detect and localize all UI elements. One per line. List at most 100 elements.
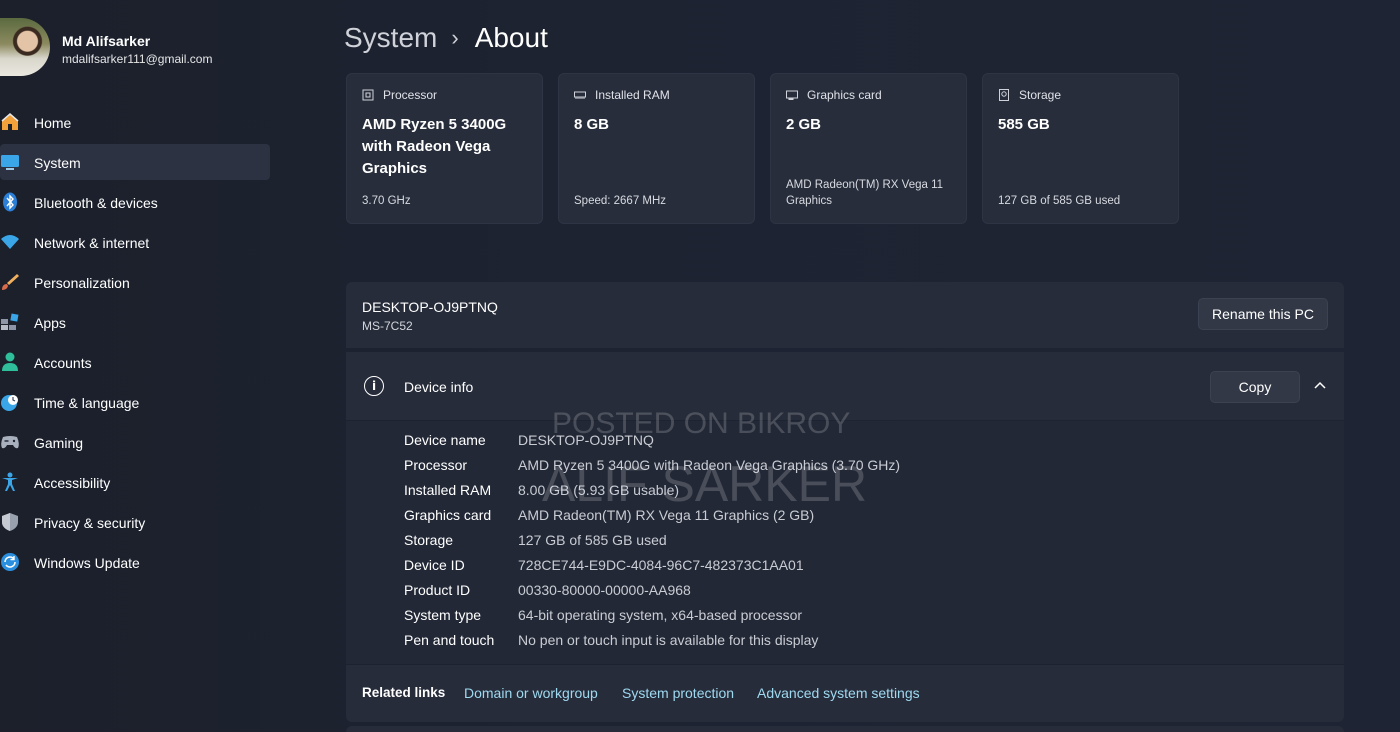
spec-label: Device name bbox=[404, 432, 486, 448]
person-icon bbox=[0, 352, 20, 371]
spec-value: 00330-80000-00000-AA968 bbox=[518, 582, 691, 598]
sidebar-item-label: Home bbox=[34, 115, 72, 131]
spec-label: Product ID bbox=[404, 582, 471, 598]
brush-icon bbox=[0, 273, 20, 291]
sidebar-item-label: Network & internet bbox=[34, 235, 150, 251]
device-info-header[interactable]: i Device info Copy bbox=[346, 352, 1344, 420]
card-subtext: 3.70 GHz bbox=[362, 195, 411, 207]
card-title: Processor bbox=[383, 88, 438, 102]
settings-window: Md Alifsarker mdalifsarker111@gmail.com … bbox=[0, 0, 1400, 732]
ram-icon bbox=[574, 91, 586, 99]
domain-workgroup-link[interactable]: Domain or workgroup bbox=[464, 685, 598, 701]
spec-label: Pen and touch bbox=[404, 632, 495, 648]
sidebar-item-gaming[interactable]: Gaming bbox=[0, 424, 270, 460]
related-links: Related links Domain or workgroup System… bbox=[346, 664, 1344, 722]
chevron-right-icon: › bbox=[451, 25, 459, 50]
user-profile[interactable]: Md Alifsarker mdalifsarker111@gmail.com bbox=[0, 16, 280, 80]
sidebar-item-label: Time & language bbox=[34, 395, 140, 411]
sidebar-item-windows-update[interactable]: Windows Update bbox=[0, 544, 270, 580]
bluetooth-icon bbox=[0, 192, 20, 212]
sidebar-item-accessibility[interactable]: Accessibility bbox=[0, 464, 270, 500]
device-info-body: Device name DESKTOP-OJ9PTNQ Processor AM… bbox=[346, 421, 1344, 664]
card-title: Graphics card bbox=[807, 88, 882, 102]
page-title: About bbox=[474, 22, 548, 53]
spec-value: 8.00 GB (5.93 GB usable) bbox=[518, 482, 680, 498]
card-header: Graphics card bbox=[786, 88, 882, 102]
spec-value: DESKTOP-OJ9PTNQ bbox=[518, 432, 654, 448]
card-value: 8 GB bbox=[574, 116, 610, 133]
next-section-edge bbox=[346, 726, 1344, 732]
card-subtext: Speed: 2667 MHz bbox=[574, 195, 667, 207]
apps-icon bbox=[0, 313, 20, 331]
pc-name: DESKTOP-OJ9PTNQ bbox=[362, 299, 498, 315]
storage-card: Storage 585 GB 127 GB of 585 GB used bbox=[982, 73, 1179, 224]
ram-card: Installed RAM 8 GB Speed: 2667 MHz bbox=[558, 73, 755, 224]
profile-name: Md Alifsarker bbox=[62, 33, 151, 49]
sidebar-item-bluetooth[interactable]: Bluetooth & devices bbox=[0, 184, 270, 220]
rename-pc-button[interactable]: Rename this PC bbox=[1198, 298, 1328, 330]
sidebar-item-privacy[interactable]: Privacy & security bbox=[0, 504, 270, 540]
sidebar: Md Alifsarker mdalifsarker111@gmail.com … bbox=[0, 0, 280, 732]
graphics-card-card: Graphics card 2 GB AMD Radeon(TM) RX Veg… bbox=[770, 73, 967, 224]
spec-label: Device ID bbox=[404, 557, 465, 573]
update-icon bbox=[0, 553, 20, 571]
card-header: Installed RAM bbox=[574, 88, 670, 102]
sidebar-item-label: Gaming bbox=[34, 435, 84, 451]
processor-icon bbox=[362, 89, 374, 101]
gamepad-icon bbox=[0, 433, 20, 451]
sidebar-item-label: Accessibility bbox=[34, 475, 111, 491]
card-header: Storage bbox=[998, 88, 1061, 102]
processor-card: Processor AMD Ryzen 5 3400G with Radeon … bbox=[346, 73, 543, 224]
advanced-system-settings-link[interactable]: Advanced system settings bbox=[757, 685, 920, 701]
gpu-icon bbox=[786, 90, 798, 100]
sidebar-item-label: Apps bbox=[34, 315, 66, 331]
sidebar-item-system[interactable]: System bbox=[0, 144, 270, 180]
sidebar-item-personalization[interactable]: Personalization bbox=[0, 264, 270, 300]
info-icon: i bbox=[364, 376, 384, 396]
card-title: Installed RAM bbox=[595, 88, 670, 102]
sidebar-item-label: System bbox=[34, 155, 81, 171]
sidebar-item-home[interactable]: Home bbox=[0, 104, 270, 140]
shield-icon bbox=[0, 513, 20, 531]
sidebar-item-accounts[interactable]: Accounts bbox=[0, 344, 270, 380]
spec-label: Graphics card bbox=[404, 507, 492, 523]
card-header: Processor bbox=[362, 88, 437, 102]
pc-name-section: DESKTOP-OJ9PTNQ MS-7C52 Rename this PC bbox=[346, 282, 1344, 348]
sidebar-item-label: Windows Update bbox=[34, 555, 140, 571]
sidebar-item-label: Bluetooth & devices bbox=[34, 195, 158, 211]
sidebar-item-time-language[interactable]: Time & language bbox=[0, 384, 270, 420]
breadcrumb-parent[interactable]: System bbox=[344, 22, 437, 54]
avatar bbox=[0, 18, 50, 76]
storage-icon bbox=[999, 89, 1009, 101]
spec-value: 127 GB of 585 GB used bbox=[518, 532, 667, 548]
spec-label: Processor bbox=[404, 457, 468, 473]
sidebar-item-label: Privacy & security bbox=[34, 515, 146, 531]
clock-globe-icon bbox=[0, 393, 20, 411]
spec-label: Installed RAM bbox=[404, 482, 492, 498]
breadcrumb: System › About bbox=[344, 18, 548, 58]
pc-model: MS-7C52 bbox=[362, 319, 413, 333]
chevron-up-icon[interactable] bbox=[1310, 376, 1330, 396]
card-value: 585 GB bbox=[998, 116, 1050, 133]
spec-value: 64-bit operating system, x64-based proce… bbox=[518, 607, 803, 623]
spec-label: System type bbox=[404, 607, 482, 623]
system-icon bbox=[0, 153, 20, 171]
sidebar-item-label: Accounts bbox=[34, 355, 92, 371]
spec-value: 728CE744-E9DC-4084-96C7-482373C1AA01 bbox=[518, 557, 804, 573]
card-subtext: AMD Radeon(TM) RX Vega 11 Graphics bbox=[786, 179, 944, 207]
wifi-icon bbox=[0, 233, 20, 251]
spec-value: No pen or touch input is available for t… bbox=[518, 632, 819, 648]
copy-button[interactable]: Copy bbox=[1210, 371, 1300, 403]
spec-value: AMD Ryzen 5 3400G with Radeon Vega Graph… bbox=[518, 457, 901, 473]
device-info-title: Device info bbox=[404, 379, 474, 395]
sidebar-item-apps[interactable]: Apps bbox=[0, 304, 270, 340]
accessibility-icon bbox=[0, 472, 20, 491]
card-subtext: 127 GB of 585 GB used bbox=[998, 195, 1121, 207]
system-protection-link[interactable]: System protection bbox=[622, 685, 734, 701]
profile-email: mdalifsarker111@gmail.com bbox=[62, 52, 213, 66]
sidebar-item-network[interactable]: Network & internet bbox=[0, 224, 270, 260]
card-title: Storage bbox=[1019, 88, 1062, 102]
sidebar-nav: Home System Bluetooth & devices Network … bbox=[0, 104, 280, 584]
card-value: AMD Ryzen 5 3400G with Radeon Vega Graph… bbox=[362, 116, 507, 177]
home-icon bbox=[0, 113, 20, 131]
